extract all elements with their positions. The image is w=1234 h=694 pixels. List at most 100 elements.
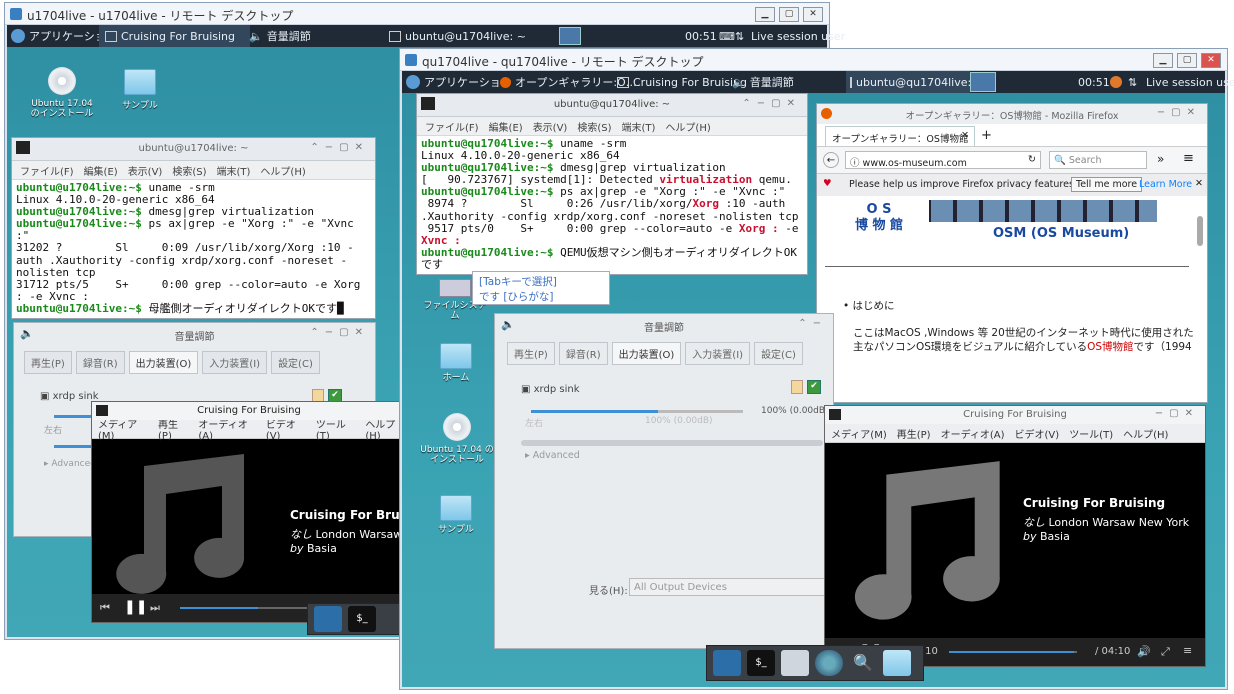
minimize-button[interactable]: ▁ <box>1153 53 1173 68</box>
menu-help[interactable]: ヘルプ(H) <box>260 163 305 178</box>
browser-launcher-icon[interactable] <box>815 650 843 676</box>
prev-icon[interactable]: ⏮ <box>100 601 110 615</box>
volume-slider[interactable] <box>531 410 743 413</box>
taskbar-player[interactable]: Cruising For Bruising <box>99 25 250 47</box>
window-controls[interactable]: −▢✕ <box>1157 107 1201 118</box>
learn-more-link[interactable]: Learn More <box>1139 179 1192 190</box>
session-user[interactable]: Live session user <box>1146 71 1234 93</box>
search-box[interactable]: 🔍 Search <box>1049 151 1147 169</box>
taskbar-mixer[interactable]: 🔈 音量調節 <box>249 25 311 47</box>
window-controls[interactable]: −▢✕ <box>1155 408 1199 419</box>
tab-close-icon[interactable]: ✕ <box>961 130 969 141</box>
seek-bar[interactable] <box>949 651 1077 653</box>
tab-recording[interactable]: 録音(R) <box>75 351 125 374</box>
session-user[interactable]: Live session user <box>751 25 845 47</box>
player-titlebar[interactable]: Cruising For Bruising <box>92 402 406 420</box>
volume-slider-2[interactable] <box>521 440 823 446</box>
menu-media[interactable]: メディア(M) <box>831 426 887 441</box>
window-controls[interactable]: ⌃−▢✕ <box>310 142 369 153</box>
tab-playback[interactable]: 再生(P) <box>507 342 555 365</box>
info-icon[interactable]: ⓘ <box>850 158 860 169</box>
minimize-button[interactable]: ▁ <box>755 7 775 22</box>
desktop-show-icon[interactable] <box>314 606 342 632</box>
panel-clock[interactable]: 00:51 <box>1078 71 1110 93</box>
desktop-show-icon[interactable] <box>713 650 741 676</box>
terminal-output[interactable]: ubuntu@u1704live:~$ uname -srm Linux 4.1… <box>12 180 375 317</box>
default-check[interactable]: ✔ <box>807 380 821 394</box>
tab-config[interactable]: 設定(C) <box>754 342 803 365</box>
back-button[interactable]: ← <box>823 152 839 168</box>
tab-config[interactable]: 設定(C) <box>271 351 320 374</box>
update-icon[interactable] <box>1110 71 1122 93</box>
reload-icon[interactable]: ↻ <box>1028 154 1036 165</box>
desktop-icon-install[interactable]: Ubuntu 17.04 のインストール <box>27 67 97 119</box>
menu-edit[interactable]: 編集(E) <box>489 119 523 134</box>
menu-search[interactable]: 検索(S) <box>172 163 206 178</box>
hamburger-menu-icon[interactable]: ≡ <box>1183 151 1194 166</box>
terminal-titlebar[interactable]: ubuntu@qu1704live: ~ ⌃−▢✕ <box>417 94 807 117</box>
workspace-switcher[interactable] <box>970 71 996 93</box>
playlist-icon[interactable]: ≡ <box>1183 644 1192 657</box>
close-button[interactable]: ✕ <box>1201 53 1221 68</box>
tab-recording[interactable]: 録音(R) <box>558 342 608 365</box>
player-titlebar[interactable]: Cruising For Bruising −▢✕ <box>825 406 1205 424</box>
maximize-button[interactable]: ▢ <box>1177 53 1197 68</box>
menu-file[interactable]: ファイル(F) <box>20 163 74 178</box>
overflow-chevron-icon[interactable]: » <box>1157 152 1164 166</box>
right-rdp-titlebar[interactable]: qu1704live - qu1704live - リモート デスクトップ ▁ … <box>400 49 1227 71</box>
mixer-titlebar[interactable]: 🔈 音量調節 ⌃−▢✕ <box>14 323 375 345</box>
panel-clock[interactable]: 00:51 <box>685 25 717 47</box>
maximize-button[interactable]: ▢ <box>779 7 799 22</box>
volume-icon[interactable]: 🔊 <box>1137 645 1151 658</box>
os-museum-link[interactable]: OS博物館 <box>1087 341 1133 353</box>
desktop-icon-sample[interactable]: サンプル <box>428 495 484 535</box>
page-scrollbar[interactable] <box>1197 216 1203 246</box>
firefox-titlebar[interactable]: オープンギャラリー：OS博物館 - Mozilla Firefox −▢✕ <box>817 104 1207 124</box>
menu-playback[interactable]: 再生(P) <box>897 426 931 441</box>
workspace-switcher[interactable] <box>559 25 581 47</box>
desktop-icon-home[interactable]: ホーム <box>428 343 484 383</box>
menu-help[interactable]: ヘルプ(H) <box>665 119 710 134</box>
close-button[interactable]: ✕ <box>803 7 823 22</box>
menu-help[interactable]: ヘルプ(H) <box>1123 426 1168 441</box>
advanced-expander[interactable]: ▸ Advanced <box>44 459 96 469</box>
tab-output[interactable]: 出力装置(O) <box>611 342 682 365</box>
window-controls[interactable]: ⌃− <box>798 318 827 329</box>
search-launcher-icon[interactable]: 🔍 <box>849 650 877 676</box>
home-launcher-icon[interactable] <box>781 650 809 676</box>
window-controls[interactable]: ⌃−▢✕ <box>310 327 369 338</box>
terminal-launcher-icon[interactable]: $_ <box>747 650 775 676</box>
network-icon[interactable]: ⇅ <box>1128 71 1137 93</box>
tab-playback[interactable]: 再生(P) <box>24 351 72 374</box>
url-bar[interactable]: ⓘ www.os-museum.com ↻ <box>845 151 1041 169</box>
tab-input[interactable]: 入力装置(I) <box>685 342 751 365</box>
tell-me-more-button[interactable]: Tell me more <box>1071 177 1143 192</box>
taskbar-terminal[interactable]: ubuntu@qu1704live: ~ <box>846 71 984 93</box>
menu-video[interactable]: ビデオ(V) <box>1015 426 1060 441</box>
left-rdp-titlebar[interactable]: u1704live - u1704live - リモート デスクトップ ▁ ▢ … <box>5 3 829 25</box>
ime-candidate-popup[interactable]: [Tabキーで選択] です [ひらがな] <box>472 271 610 305</box>
next-icon[interactable]: ⏭ <box>150 601 160 615</box>
menu-view[interactable]: 表示(V) <box>128 163 163 178</box>
desktop-icon-sample[interactable]: サンプル <box>110 69 170 111</box>
keyboard-icon[interactable]: ⌨ <box>719 25 735 47</box>
network-icon[interactable]: ⇅ <box>735 25 744 47</box>
mute-toggle[interactable] <box>791 380 803 394</box>
menu-view[interactable]: 表示(V) <box>533 119 568 134</box>
menu-edit[interactable]: 編集(E) <box>84 163 118 178</box>
menu-terminal[interactable]: 端末(T) <box>217 163 251 178</box>
advanced-expander[interactable]: ▸ Advanced <box>525 450 580 461</box>
taskbar-mixer[interactable]: 🔈 音量調節 <box>732 71 794 93</box>
terminal-output[interactable]: ubuntu@qu1704live:~$ uname -srm Linux 4.… <box>417 136 807 273</box>
terminal-launcher-icon[interactable]: $_ <box>348 606 376 632</box>
menu-file[interactable]: ファイル(F) <box>425 119 479 134</box>
terminal-titlebar[interactable]: ubuntu@u1704live: ~ ⌃−▢✕ <box>12 138 375 161</box>
applications-menu[interactable]: アプリケーション <box>406 71 512 93</box>
tab-input[interactable]: 入力装置(I) <box>202 351 268 374</box>
menu-search[interactable]: 検索(S) <box>577 119 611 134</box>
folder-launcher-icon[interactable] <box>883 650 911 676</box>
menu-audio[interactable]: オーディオ(A) <box>941 426 1005 441</box>
desktop-icon-install[interactable]: Ubuntu 17.04 のインストール <box>420 413 494 465</box>
fullscreen-icon[interactable]: ⤢ <box>1161 645 1170 659</box>
taskbar-player[interactable]: Cruising For Bruising <box>617 71 747 93</box>
